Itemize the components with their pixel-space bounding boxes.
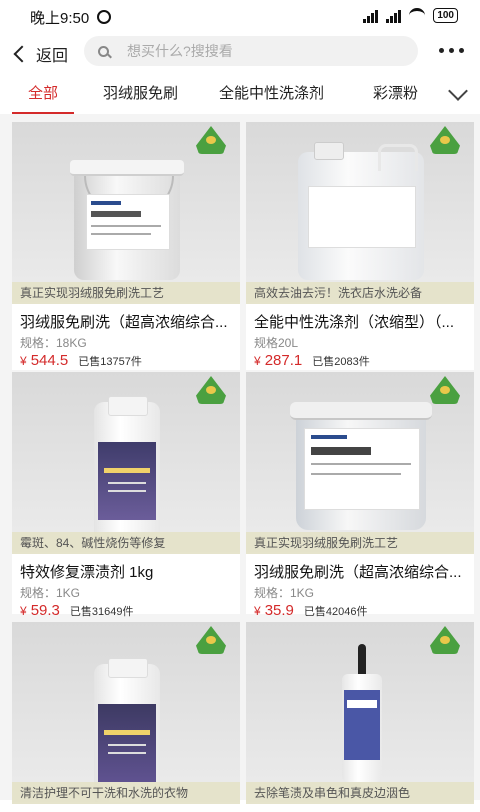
product-card[interactable]: 真正实现羽绒服免刷洗工艺 羽绒服免刷洗（超高浓缩综合... 规格：1KG ¥35… bbox=[246, 372, 474, 619]
product-sold-count: 已售2083件 bbox=[312, 356, 370, 368]
product-title: 全能中性洗涤剂（浓缩型）（... bbox=[254, 314, 455, 331]
product-caption: 霉斑、84、碱性烧伤等修复 bbox=[12, 532, 240, 554]
signal-icon-2 bbox=[386, 9, 402, 23]
dot-icon bbox=[439, 48, 444, 53]
brand-logo-icon bbox=[430, 126, 460, 154]
brand-logo-icon bbox=[430, 376, 460, 404]
category-tabs: 全部 羽绒服免刷 全能中性洗涤剂 彩漂粉 bbox=[0, 74, 480, 115]
product-spec: 规格：1KG bbox=[20, 586, 81, 600]
product-caption: 高效去油去污！洗衣店水洗必备 bbox=[246, 282, 474, 304]
status-icons: 100 bbox=[363, 8, 458, 23]
product-sold-count: 已售31649件 bbox=[69, 606, 134, 618]
product-card[interactable]: 去除笔渍及串色和真皮边洇色 bbox=[246, 622, 474, 812]
product-title: 特效修复漂渍剂 1kg bbox=[20, 564, 154, 581]
product-image bbox=[12, 622, 240, 802]
product-card[interactable]: 霉斑、84、碱性烧伤等修复 特效修复漂渍剂 1kg 规格：1KG ¥59.3 已… bbox=[12, 372, 240, 619]
product-price: ¥287.1 bbox=[254, 352, 303, 369]
product-grid: 真正实现羽绒服免刷洗工艺 羽绒服免刷洗（超高浓缩综合... 规格：18KG ¥5… bbox=[0, 114, 480, 812]
product-image bbox=[246, 622, 474, 802]
product-price: ¥59.3 bbox=[20, 602, 60, 619]
alarm-icon bbox=[97, 10, 112, 24]
product-caption: 去除笔渍及串色和真皮边洇色 bbox=[246, 782, 474, 804]
status-bar: 晚上9:50 100 bbox=[0, 0, 480, 34]
product-caption: 真正实现羽绒服免刷洗工艺 bbox=[12, 282, 240, 304]
search-icon bbox=[98, 45, 109, 57]
dot-icon bbox=[449, 48, 454, 53]
product-image bbox=[12, 122, 240, 302]
battery-icon: 100 bbox=[433, 8, 458, 23]
brand-logo-icon bbox=[196, 126, 226, 154]
product-spec: 规格：18KG bbox=[20, 336, 87, 350]
signal-icon bbox=[363, 9, 379, 23]
product-image bbox=[12, 372, 240, 552]
product-card[interactable]: 高效去油去污！洗衣店水洗必备 全能中性洗涤剂（浓缩型）（... 规格20L ¥2… bbox=[246, 122, 474, 370]
tab-color-bleach[interactable]: 彩漂粉 bbox=[373, 74, 418, 114]
product-price: ¥35.9 bbox=[254, 602, 294, 619]
product-title: 羽绒服免刷洗（超高浓缩综合... bbox=[20, 314, 228, 331]
brand-logo-icon bbox=[430, 626, 460, 654]
product-card[interactable]: 真正实现羽绒服免刷洗工艺 羽绒服免刷洗（超高浓缩综合... 规格：18KG ¥5… bbox=[12, 122, 240, 370]
back-label: 返回 bbox=[36, 48, 69, 65]
back-button[interactable]: 返回 bbox=[13, 42, 69, 66]
brand-logo-icon bbox=[196, 376, 226, 404]
product-spec: 规格：1KG bbox=[254, 586, 315, 600]
product-card[interactable]: 清洁护理不可干洗和水洗的衣物 bbox=[12, 622, 240, 812]
tab-down-coat[interactable]: 羽绒服免刷 bbox=[103, 74, 178, 114]
search-input[interactable]: 想买什么?搜搜看 bbox=[84, 36, 418, 66]
product-price: ¥544.5 bbox=[20, 352, 69, 369]
product-caption: 清洁护理不可干洗和水洗的衣物 bbox=[12, 782, 240, 804]
wifi-icon bbox=[409, 8, 426, 23]
status-time: 晚上9:50 bbox=[30, 9, 90, 27]
product-title: 羽绒服免刷洗（超高浓缩综合... bbox=[254, 564, 462, 581]
product-caption: 真正实现羽绒服免刷洗工艺 bbox=[246, 532, 474, 554]
dot-icon bbox=[459, 48, 464, 53]
search-placeholder: 想买什么?搜搜看 bbox=[127, 43, 233, 59]
product-image bbox=[246, 372, 474, 552]
brand-logo-icon bbox=[196, 626, 226, 654]
product-image bbox=[246, 122, 474, 302]
top-nav: 返回 想买什么?搜搜看 bbox=[0, 34, 480, 74]
tab-all[interactable]: 全部 bbox=[11, 74, 75, 114]
tab-neutral-detergent[interactable]: 全能中性洗涤剂 bbox=[219, 74, 324, 114]
product-sold-count: 已售42046件 bbox=[303, 606, 368, 618]
more-menu-button[interactable] bbox=[439, 48, 464, 53]
product-sold-count: 已售13757件 bbox=[78, 356, 142, 368]
chevron-left-icon bbox=[13, 45, 31, 63]
product-spec: 规格20L bbox=[254, 336, 299, 350]
